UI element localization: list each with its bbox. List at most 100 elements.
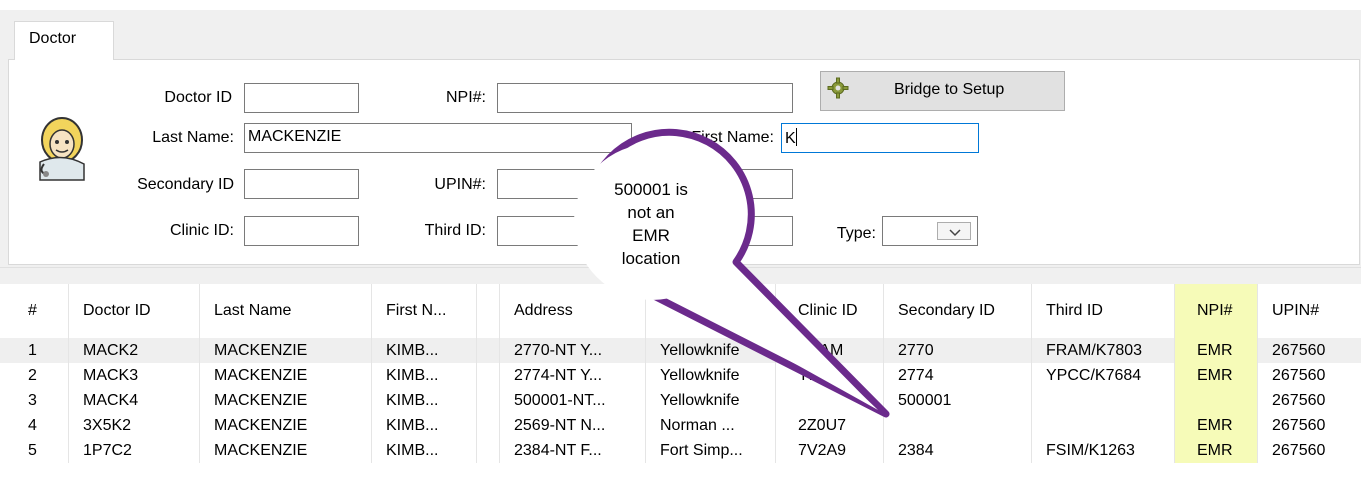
cell-npi: EMR [1174, 438, 1257, 463]
callout-line-2: not an [627, 203, 675, 222]
cell-first-name: KIMB... [371, 438, 476, 463]
cell-number: 2 [28, 367, 37, 384]
last-name-input[interactable]: MACKENZIE [244, 123, 632, 153]
cell-first-name: KIMB... [371, 363, 476, 388]
cell-first-name: KIMB... [371, 388, 476, 413]
cell-first-name: KIMB... [371, 413, 476, 438]
cell-clinic-id: 7V2A9 [775, 438, 883, 463]
npi-label: NPI#: [445, 89, 486, 106]
cell-upin: 267560 [1257, 338, 1361, 363]
cell-secondary-id: 500001 [883, 388, 1031, 413]
cell-npi [1174, 388, 1257, 413]
doctor-icon [39, 117, 85, 181]
type-select[interactable] [882, 216, 978, 246]
cell-address: 2774-NT Y... [499, 363, 645, 388]
cell-doctor-id: MACK3 [68, 363, 199, 388]
bridge-to-setup-label: Bridge to Setup [894, 81, 1005, 98]
col-header-third-id[interactable]: Third ID [1031, 284, 1174, 338]
cell-upin: 267560 [1257, 388, 1361, 413]
npi-input[interactable] [497, 83, 793, 113]
callout-line-3: EMR [632, 226, 670, 245]
col-header-number[interactable]: # [0, 284, 68, 338]
table-row[interactable]: 1 MACK2 MACKENZIE KIMB... 2770-NT Y... Yellow… [0, 338, 1361, 363]
cell-secondary-id: 2770 [883, 338, 1031, 363]
upin-label: UPIN#: [434, 176, 486, 193]
cell-third-id: YPCC/K7684 [1031, 363, 1174, 388]
last-name-label: Last Name: [152, 129, 234, 146]
col-header-city[interactable] [645, 284, 775, 338]
tab-doctor[interactable]: Doctor [14, 21, 114, 60]
clinic-id-label: Clinic ID: [169, 222, 234, 239]
cell-city: Fort Simp... [645, 438, 775, 463]
cell-last-name: MACKENZIE [199, 413, 371, 438]
cell-city: Yellowknife [645, 338, 775, 363]
first-name-input[interactable]: K [781, 123, 979, 153]
cell-secondary-id [883, 413, 1031, 438]
secondary-id-input[interactable] [244, 169, 359, 199]
cell-address: 2384-NT F... [499, 438, 645, 463]
cell-clinic-id: 2Z0U7 [775, 413, 883, 438]
col-header-first-name[interactable]: First N... [371, 284, 476, 338]
table-header: # Doctor ID Last Name First N... Address… [0, 284, 1361, 338]
cell-last-name: MACKENZIE [199, 438, 371, 463]
table-row[interactable]: 2 MACK3 MACKENZIE KIMB... 2774-NT Y... Yellow… [0, 363, 1361, 388]
col-header-address[interactable]: Address [499, 284, 645, 338]
cell-last-name: MACKENZIE [199, 363, 371, 388]
cell-upin: 267560 [1257, 438, 1361, 463]
table-row[interactable]: 3 MACK4 MACKENZIE KIMB... 500001-NT... Yellow… [0, 388, 1361, 413]
cell-clinic-id [775, 388, 883, 413]
chevron-down-icon[interactable] [937, 222, 971, 240]
cell-city: Yellowknife [645, 363, 775, 388]
secondary-id-label: Secondary ID [137, 176, 234, 193]
cell-blank [476, 338, 499, 363]
bridge-to-setup-button[interactable]: Bridge to Setup [820, 71, 1065, 111]
callout-text: 500001 is not an EMR location [576, 178, 726, 270]
cell-npi: EMR [1174, 338, 1257, 363]
cell-first-name: KIMB... [371, 338, 476, 363]
cell-blank [476, 363, 499, 388]
callout-line-4: location [621, 249, 681, 268]
cell-address: 2770-NT Y... [499, 338, 645, 363]
cell-third-id [1031, 413, 1174, 438]
cell-blank [476, 413, 499, 438]
cell-number: 1 [28, 342, 37, 359]
col-header-secondary-id[interactable]: Secondary ID [883, 284, 1031, 338]
cell-secondary-id: 2384 [883, 438, 1031, 463]
table-row[interactable]: 4 3X5K2 MACKENZIE KIMB... 2569-NT N... Norman… [0, 413, 1361, 438]
first-name-label: First Name: [691, 129, 774, 146]
cell-last-name: MACKENZIE [199, 338, 371, 363]
cell-doctor-id: 1P7C2 [68, 438, 199, 463]
gear-icon [827, 77, 849, 99]
cell-blank [476, 388, 499, 413]
cell-number: 3 [28, 392, 37, 409]
cell-clinic-id: FRAM [775, 338, 883, 363]
cell-blank [476, 438, 499, 463]
col-header-clinic-id[interactable]: Clinic ID [775, 284, 883, 338]
cell-last-name: MACKENZIE [199, 388, 371, 413]
cell-doctor-id: MACK4 [68, 388, 199, 413]
cell-upin: 267560 [1257, 413, 1361, 438]
doctor-id-label: Doctor ID [164, 89, 232, 106]
cell-address: 2569-NT N... [499, 413, 645, 438]
col-header-doctor-id[interactable]: Doctor ID [68, 284, 199, 338]
col-header-upin[interactable]: UPIN# [1257, 284, 1361, 338]
cell-number: 5 [28, 442, 37, 459]
col-header-npi[interactable]: NPI# [1174, 284, 1257, 338]
clinic-id-input[interactable] [244, 216, 359, 246]
cell-npi: EMR [1174, 363, 1257, 388]
cell-clinic-id: YPCC [775, 363, 883, 388]
col-header-blank[interactable] [476, 284, 499, 338]
cell-upin: 267560 [1257, 363, 1361, 388]
callout-line-1: 500001 is [614, 180, 688, 199]
cell-secondary-id: 2774 [883, 363, 1031, 388]
cell-doctor-id: 3X5K2 [68, 413, 199, 438]
doctor-id-input[interactable] [244, 83, 359, 113]
cell-city: Yellowknife [645, 388, 775, 413]
cell-doctor-id: MACK2 [68, 338, 199, 363]
table-row[interactable]: 5 1P7C2 MACKENZIE KIMB... 2384-NT F... Fort S… [0, 438, 1361, 463]
col-header-last-name[interactable]: Last Name [199, 284, 371, 338]
cell-third-id: FSIM/K1263 [1031, 438, 1174, 463]
cell-third-id: FRAM/K7803 [1031, 338, 1174, 363]
cell-number: 4 [28, 417, 37, 434]
third-id-label: Third ID: [424, 222, 486, 239]
